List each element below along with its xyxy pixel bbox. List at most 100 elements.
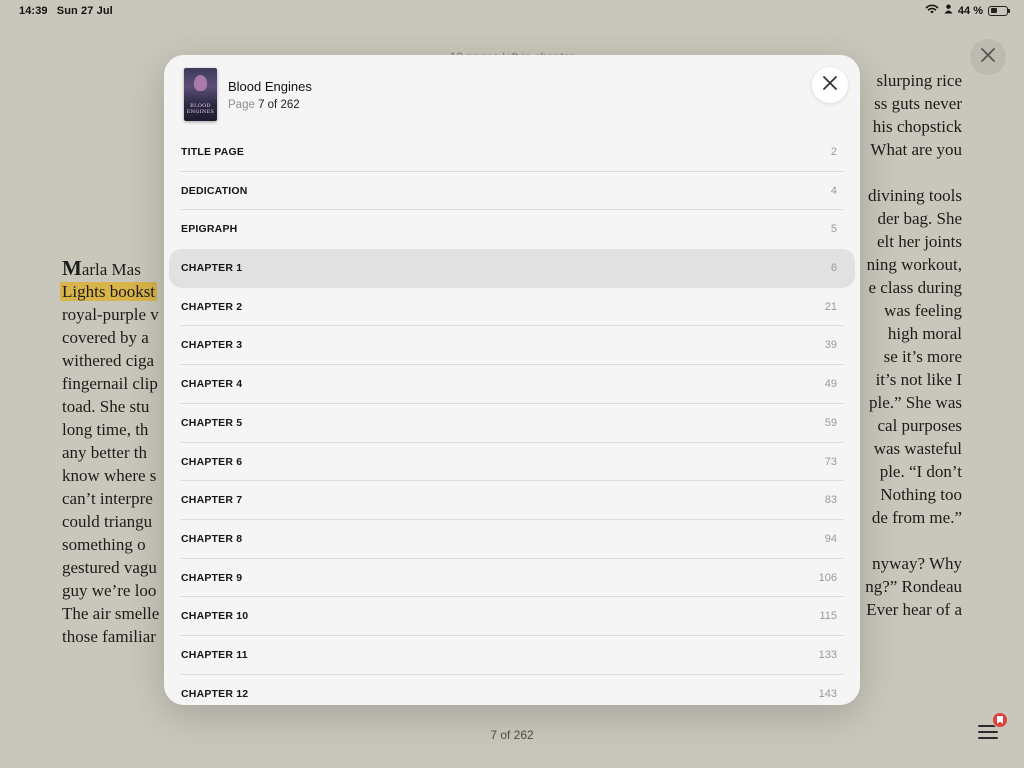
- toc-item-page: 106: [818, 571, 837, 584]
- toc-item[interactable]: CHAPTER 5 59: [181, 404, 843, 443]
- toc-item[interactable]: CHAPTER 6 73: [181, 443, 843, 482]
- book-text-line: Marla Mas: [62, 257, 159, 280]
- book-text-line: gestured vagu: [62, 558, 157, 577]
- toc-item[interactable]: CHAPTER 4 49: [181, 365, 843, 404]
- toc-item-page: 4: [830, 184, 837, 197]
- toc-item-label: CHAPTER 8: [181, 532, 243, 545]
- status-time: 14:39: [19, 5, 48, 17]
- book-text-line: guy we’re loo: [62, 581, 157, 600]
- book-text-right: slurping rice ss guts never his chopstick W…: [865, 69, 962, 621]
- book-text-line: ple.” She was: [868, 393, 962, 412]
- toc-list-icon: [978, 724, 998, 745]
- toc-item-label: CHAPTER 7: [181, 494, 243, 507]
- toc-item[interactable]: CHAPTER 9 106: [181, 559, 843, 598]
- book-text-line: ning workout,: [866, 255, 962, 274]
- book-text-line: der bag. She: [877, 209, 962, 228]
- toc-item[interactable]: CHAPTER 8 94: [181, 520, 843, 559]
- toc-item[interactable]: CHAPTER 10 115: [181, 597, 843, 636]
- drop-cap: M: [62, 256, 82, 280]
- book-text-line: toad. She stu: [62, 397, 150, 416]
- toc-item[interactable]: EPIGRAPH 5: [181, 210, 843, 249]
- battery-level: [990, 8, 998, 13]
- toc-list: TITLE PAGE 2 DEDICATION 4 EPIGRAPH 5 CHAPTER 1…: [164, 133, 860, 705]
- toc-item[interactable]: DEDICATION 4: [181, 172, 843, 211]
- book-text-left: Marla Mas Lights bookst royal-purple v cove…: [60, 257, 160, 648]
- book-text-line: se it’s more: [883, 347, 962, 366]
- book-text-line: those familiar: [62, 627, 156, 646]
- battery-percentage: 44 %: [957, 4, 983, 17]
- book-text-line: [865, 161, 962, 184]
- book-text-line: his chopstick: [872, 117, 962, 136]
- toc-item[interactable]: CHAPTER 7 83: [181, 481, 843, 520]
- bookmark-icon: [997, 711, 1003, 729]
- toc-item[interactable]: CHAPTER 3 39: [181, 326, 843, 365]
- toc-item[interactable]: CHAPTER 11 133: [181, 636, 843, 675]
- toc-header: BLOOD ENGINES Blood Engines Page 7 of 26…: [164, 55, 860, 135]
- cover-title: BLOOD ENGINES: [186, 103, 215, 115]
- close-toc-button[interactable]: [812, 67, 848, 103]
- toc-item[interactable]: CHAPTER 12 143: [181, 675, 843, 705]
- highlighted-text[interactable]: Lights bookst: [60, 282, 158, 301]
- book-text-line: What are you: [870, 140, 962, 159]
- toc-item[interactable]: CHAPTER 2 21: [181, 288, 843, 327]
- book-text-line: withered ciga: [62, 351, 155, 370]
- book-text-line: ng?” Rondeau: [865, 577, 962, 596]
- person-icon: [944, 4, 953, 17]
- toc-item-label: CHAPTER 1: [181, 262, 243, 275]
- book-text-line: fingernail clip: [62, 374, 158, 393]
- book-text-line: [865, 529, 962, 552]
- toc-item-page: 115: [819, 610, 837, 623]
- book-text-line: was feeling: [884, 301, 962, 320]
- toc-item-label: CHAPTER 11: [181, 648, 248, 661]
- book-title: Blood Engines: [228, 79, 312, 94]
- book-text-line: cal purposes: [877, 416, 962, 435]
- book-text-fragment: arla Mas: [81, 260, 141, 279]
- book-text-line: de from me.”: [871, 508, 962, 527]
- book-text-line: e class during: [868, 278, 962, 297]
- page-value: 7 of 262: [258, 99, 300, 111]
- status-left: 14:39 Sun 27 Jul: [19, 5, 113, 17]
- book-text-line: divining tools: [868, 186, 962, 205]
- toc-item[interactable]: TITLE PAGE 2: [181, 133, 843, 172]
- cover-figure: [194, 75, 207, 91]
- toc-item-label: CHAPTER 10: [181, 610, 249, 623]
- book-text-line: can’t interpre: [62, 489, 153, 508]
- toc-item-page: 2: [830, 146, 837, 158]
- toc-item-page: 49: [824, 378, 837, 391]
- toc-item-label: EPIGRAPH: [181, 223, 238, 236]
- toc-item-page: 83: [824, 494, 837, 507]
- book-text-line: Nothing too: [880, 485, 962, 504]
- book-text-line: high moral: [887, 324, 962, 343]
- toc-item-current[interactable]: CHAPTER 1 6: [169, 249, 855, 288]
- book-text-line: ss guts never: [874, 94, 962, 113]
- book-text-line: covered by a: [62, 328, 149, 347]
- toc-item-label: CHAPTER 5: [181, 416, 243, 429]
- toc-item-label: CHAPTER 12: [181, 687, 249, 700]
- book-cover[interactable]: BLOOD ENGINES: [184, 68, 217, 121]
- status-date: Sun 27 Jul: [56, 5, 113, 17]
- page-counter: 7 of 262: [490, 728, 534, 742]
- toc-item-page: 133: [818, 648, 837, 661]
- toc-item-label: DEDICATION: [181, 184, 248, 197]
- toc-item-page: 59: [824, 416, 837, 429]
- book-text-line: Lights bookst: [60, 280, 159, 303]
- toc-item-page: 143: [818, 687, 837, 700]
- toc-item-page: 94: [824, 532, 837, 545]
- book-text-line: it’s not like I: [875, 370, 962, 389]
- book-text-line: royal-purple v: [62, 305, 159, 324]
- bookmark-badge: [992, 712, 1008, 728]
- toc-item-label: TITLE PAGE: [181, 146, 245, 158]
- book-text-line: The air smelle: [62, 604, 160, 623]
- current-page-info: Page 7 of 262: [228, 99, 300, 111]
- reader-close-button[interactable]: [970, 39, 1006, 75]
- toc-item-page: 6: [830, 262, 837, 275]
- book-text-line: long time, th: [62, 420, 149, 439]
- toc-item-label: CHAPTER 9: [181, 571, 243, 584]
- close-icon: [981, 47, 995, 67]
- book-text-line: nyway? Why: [872, 554, 962, 573]
- table-of-contents-button[interactable]: [972, 712, 1008, 748]
- toc-item-label: CHAPTER 4: [181, 378, 243, 391]
- close-icon: [822, 75, 838, 96]
- toc-item-label: CHAPTER 3: [181, 339, 243, 352]
- toc-item-label: CHAPTER 6: [181, 455, 243, 468]
